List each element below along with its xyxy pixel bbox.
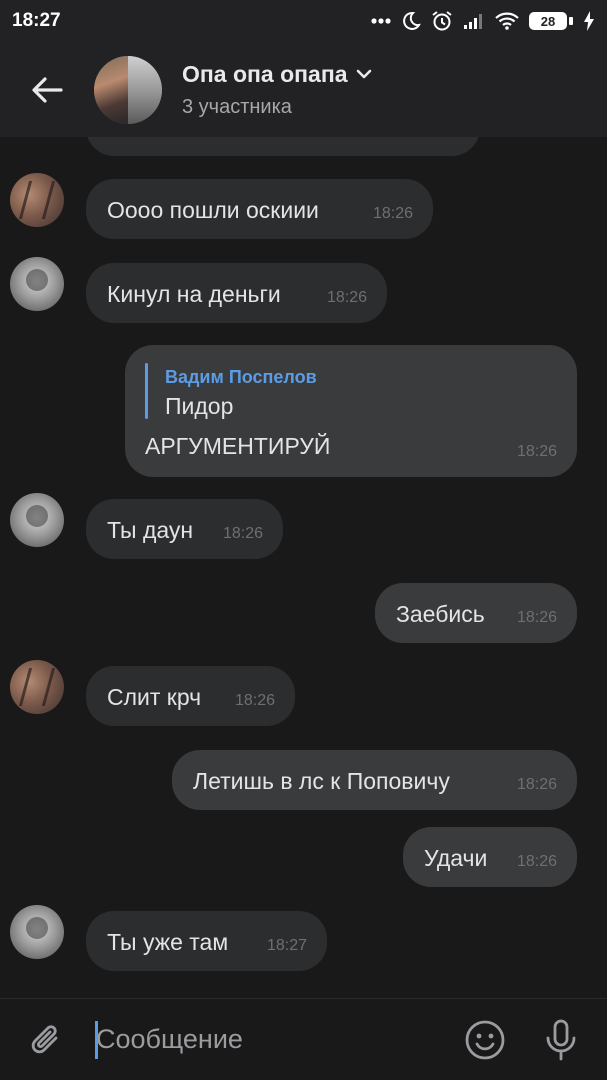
charging-icon — [583, 11, 595, 31]
message-input[interactable] — [94, 1014, 447, 1065]
message-time: 18:26 — [234, 692, 275, 709]
signal-icon — [463, 12, 485, 30]
status-time: 18:27 — [12, 10, 61, 31]
battery-level: 28 — [529, 12, 567, 30]
moon-icon — [401, 11, 421, 31]
message-time: 18:26 — [326, 289, 367, 306]
message-composer — [0, 998, 607, 1080]
sender-avatar[interactable] — [10, 493, 64, 547]
sender-avatar[interactable] — [10, 660, 64, 714]
sender-avatar[interactable] — [10, 257, 64, 311]
text-caret — [95, 1020, 98, 1059]
message-bubble[interactable]: Удачи 18:26 — [403, 827, 577, 887]
message-time: 18:26 — [516, 776, 557, 793]
voice-message-button[interactable] — [523, 999, 599, 1080]
message-text: Оооо пошли оскиии — [107, 197, 319, 223]
chat-header: Опа опа опапа 3 участника — [0, 42, 607, 137]
message-text: АРГУМЕНТИРУЙ — [145, 433, 331, 459]
chat-title: Опа опа опапа — [182, 60, 348, 87]
sender-avatar[interactable] — [10, 173, 64, 227]
chat-subtitle: 3 участника — [182, 95, 292, 118]
status-bar: 18:27 28 — [0, 0, 607, 42]
back-arrow-icon — [32, 76, 63, 103]
message-bubble[interactable]: Оооо пошли оскиии 18:26 — [86, 179, 433, 239]
sender-avatar[interactable] — [10, 905, 64, 959]
message-time: 18:26 — [372, 205, 413, 222]
message-text: Удачи — [424, 845, 488, 871]
message-time: 18:26 — [516, 609, 557, 626]
chevron-down-icon — [356, 69, 371, 79]
message-text: Слит крч — [107, 684, 202, 710]
back-button[interactable] — [0, 42, 94, 137]
message-time: 18:26 — [222, 525, 263, 542]
message-bubble[interactable]: Ты уже там 18:27 — [86, 911, 327, 971]
message-text: Ты даун — [107, 517, 194, 543]
reply-text: Пидор — [165, 393, 234, 419]
chat-screen: 18:26 Оооо пошли оскиии 18:26 Кинул на д… — [0, 0, 607, 1080]
message-text: Летишь в лс к Поповичу — [193, 768, 450, 794]
message-bubble-reply[interactable]: Вадим Поспелов Пидор АРГУМЕНТИРУЙ 18:26 — [125, 345, 577, 477]
message-input-wrap[interactable] — [94, 999, 447, 1080]
attach-button[interactable] — [0, 999, 94, 1080]
message-list[interactable]: 18:26 Оооо пошли оскиии 18:26 Кинул на д… — [0, 0, 607, 1000]
emoji-button[interactable] — [447, 999, 523, 1080]
message-text: Заебись — [396, 601, 485, 627]
message-bubble[interactable]: Кинул на деньги 18:26 — [86, 263, 387, 323]
message-time: 18:27 — [266, 937, 307, 954]
microphone-icon — [546, 1019, 576, 1060]
alarm-icon — [431, 10, 453, 32]
message-text: Ты уже там — [107, 929, 229, 955]
message-bubble[interactable]: Слит крч 18:26 — [86, 666, 295, 726]
battery-icon: 28 — [529, 12, 573, 30]
message-time: 18:26 — [516, 853, 557, 870]
message-bubble[interactable]: Летишь в лс к Поповичу 18:26 — [172, 750, 577, 810]
more-dots-icon — [371, 18, 391, 24]
message-bubble[interactable]: Заебись 18:26 — [375, 583, 577, 643]
chat-title-area[interactable]: Опа опа опапа 3 участника — [182, 61, 372, 119]
wifi-icon — [495, 12, 519, 30]
smile-icon — [465, 1020, 505, 1059]
paperclip-icon — [31, 1024, 58, 1053]
reply-indicator — [145, 363, 148, 419]
reply-author[interactable]: Вадим Поспелов — [165, 362, 317, 392]
message-time: 18:26 — [516, 443, 557, 460]
message-bubble[interactable]: Ты даун 18:26 — [86, 499, 283, 559]
chat-avatar[interactable] — [94, 55, 162, 124]
message-text: Кинул на деньги — [107, 281, 281, 307]
